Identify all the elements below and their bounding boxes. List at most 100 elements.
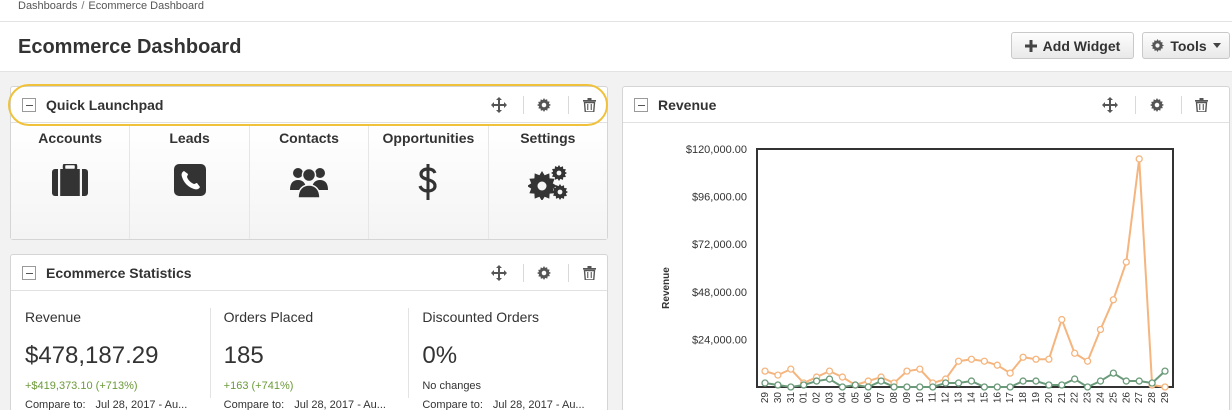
data-point[interactable] bbox=[1045, 355, 1053, 363]
data-point[interactable] bbox=[787, 383, 795, 391]
data-point[interactable] bbox=[877, 377, 885, 385]
settings-gear-icon[interactable] bbox=[1149, 97, 1165, 113]
breadcrumb-item-dashboards[interactable]: Dashboards bbox=[18, 0, 77, 12]
data-point[interactable] bbox=[1109, 369, 1118, 377]
x-tick-label: 25 bbox=[1108, 392, 1119, 404]
data-point[interactable] bbox=[1161, 367, 1169, 375]
compare-label: Compare to: bbox=[223, 399, 285, 410]
data-point[interactable] bbox=[838, 383, 847, 391]
data-point[interactable] bbox=[1096, 377, 1105, 385]
stat-delta: +163 (+741%) bbox=[223, 380, 294, 392]
widget-title: Quick Launchpad bbox=[46, 97, 164, 113]
data-point[interactable] bbox=[800, 381, 808, 389]
tools-dropdown-button[interactable]: Tools bbox=[1142, 32, 1230, 59]
data-point[interactable] bbox=[967, 355, 976, 363]
data-point[interactable] bbox=[1161, 383, 1169, 391]
launchpad-item-opportunities[interactable]: Opportunities bbox=[369, 124, 489, 239]
x-tick-label: 29 bbox=[760, 392, 771, 404]
data-point[interactable] bbox=[903, 367, 911, 375]
data-point[interactable] bbox=[1109, 296, 1118, 304]
launchpad-item-accounts[interactable]: Accounts bbox=[11, 124, 131, 239]
x-tick-label: 20 bbox=[1044, 392, 1055, 404]
caret-down-icon bbox=[1212, 43, 1221, 48]
data-point[interactable] bbox=[916, 383, 924, 391]
collapse-icon[interactable] bbox=[634, 98, 648, 112]
data-point[interactable] bbox=[916, 365, 924, 373]
trash-icon[interactable] bbox=[581, 97, 597, 113]
data-point[interactable] bbox=[1006, 383, 1014, 391]
data-point[interactable] bbox=[954, 357, 963, 365]
data-point[interactable] bbox=[1148, 379, 1156, 387]
data-point[interactable] bbox=[929, 383, 937, 391]
data-point[interactable] bbox=[774, 381, 782, 389]
data-point[interactable] bbox=[1071, 349, 1079, 357]
data-point[interactable] bbox=[1083, 357, 1092, 365]
move-icon[interactable] bbox=[491, 265, 507, 281]
stat-compare: Compare to: Jul 28, 2017 - Au... bbox=[25, 399, 187, 410]
data-point[interactable] bbox=[825, 375, 834, 383]
y-tick-label: $24,000.00 bbox=[692, 334, 747, 346]
launchpad-item-leads[interactable]: Leads bbox=[130, 124, 250, 239]
settings-gear-icon[interactable] bbox=[536, 97, 552, 113]
data-point[interactable] bbox=[1006, 369, 1014, 377]
data-point[interactable] bbox=[967, 377, 976, 385]
data-point[interactable] bbox=[993, 383, 1001, 391]
gears-icon bbox=[527, 165, 568, 200]
page-title: Ecommerce Dashboard bbox=[18, 36, 242, 58]
data-point[interactable] bbox=[1071, 375, 1079, 383]
data-point[interactable] bbox=[825, 367, 834, 375]
data-point[interactable] bbox=[761, 379, 769, 387]
data-point[interactable] bbox=[1122, 258, 1130, 266]
data-point[interactable] bbox=[851, 381, 859, 389]
data-point[interactable] bbox=[1019, 377, 1027, 385]
data-point[interactable] bbox=[890, 383, 898, 391]
data-point[interactable] bbox=[838, 373, 847, 381]
move-icon[interactable] bbox=[491, 97, 507, 113]
data-point[interactable] bbox=[1032, 377, 1040, 385]
collapse-icon[interactable] bbox=[22, 98, 36, 112]
launchpad-item-contacts[interactable]: Contacts bbox=[249, 124, 370, 239]
stat-delta: No changes bbox=[422, 380, 482, 392]
x-tick-label: 10 bbox=[915, 392, 926, 404]
data-point[interactable] bbox=[787, 365, 795, 373]
data-point[interactable] bbox=[1032, 355, 1040, 363]
compare-date-range[interactable]: Jul 28, 2017 - Au... bbox=[493, 399, 585, 410]
data-point[interactable] bbox=[1083, 383, 1092, 391]
launchpad-item-label: Opportunities bbox=[382, 130, 475, 146]
data-point[interactable] bbox=[1135, 155, 1143, 163]
launchpad-item-settings[interactable]: Settings bbox=[488, 124, 608, 239]
settings-gear-icon[interactable] bbox=[536, 265, 552, 281]
trash-icon[interactable] bbox=[1193, 97, 1209, 113]
move-icon[interactable] bbox=[1102, 97, 1118, 113]
data-point[interactable] bbox=[1122, 377, 1130, 385]
data-point[interactable] bbox=[761, 367, 769, 375]
data-point[interactable] bbox=[954, 379, 963, 387]
tool-separator bbox=[568, 264, 569, 282]
collapse-icon[interactable] bbox=[22, 266, 36, 280]
data-point[interactable] bbox=[1135, 377, 1143, 385]
ecommerce-statistics-widget: Ecommerce Statistics Revenue $478,187.29… bbox=[10, 254, 608, 410]
x-tick-label: 23 bbox=[1083, 392, 1094, 404]
data-point[interactable] bbox=[864, 377, 872, 385]
data-point[interactable] bbox=[812, 377, 821, 385]
phone-icon bbox=[173, 164, 206, 196]
data-point[interactable] bbox=[1058, 381, 1066, 389]
data-point[interactable] bbox=[1058, 315, 1066, 324]
data-point[interactable] bbox=[1045, 381, 1053, 389]
add-widget-button[interactable]: Add Widget bbox=[1011, 32, 1134, 59]
data-point[interactable] bbox=[864, 383, 872, 391]
x-tick-label: 17 bbox=[1005, 392, 1016, 404]
x-tick-label: 29 bbox=[1160, 392, 1171, 404]
data-point[interactable] bbox=[774, 371, 782, 379]
data-point[interactable] bbox=[1019, 353, 1027, 361]
data-point[interactable] bbox=[980, 383, 989, 391]
data-point[interactable] bbox=[980, 357, 989, 365]
trash-icon[interactable] bbox=[581, 265, 597, 281]
tool-separator bbox=[523, 264, 524, 282]
data-point[interactable] bbox=[993, 361, 1001, 369]
data-point[interactable] bbox=[941, 379, 950, 387]
data-point[interactable] bbox=[903, 383, 911, 391]
data-point[interactable] bbox=[1096, 325, 1105, 334]
compare-date-range[interactable]: Jul 28, 2017 - Au... bbox=[96, 399, 188, 410]
compare-date-range[interactable]: Jul 28, 2017 - Au... bbox=[294, 399, 386, 410]
